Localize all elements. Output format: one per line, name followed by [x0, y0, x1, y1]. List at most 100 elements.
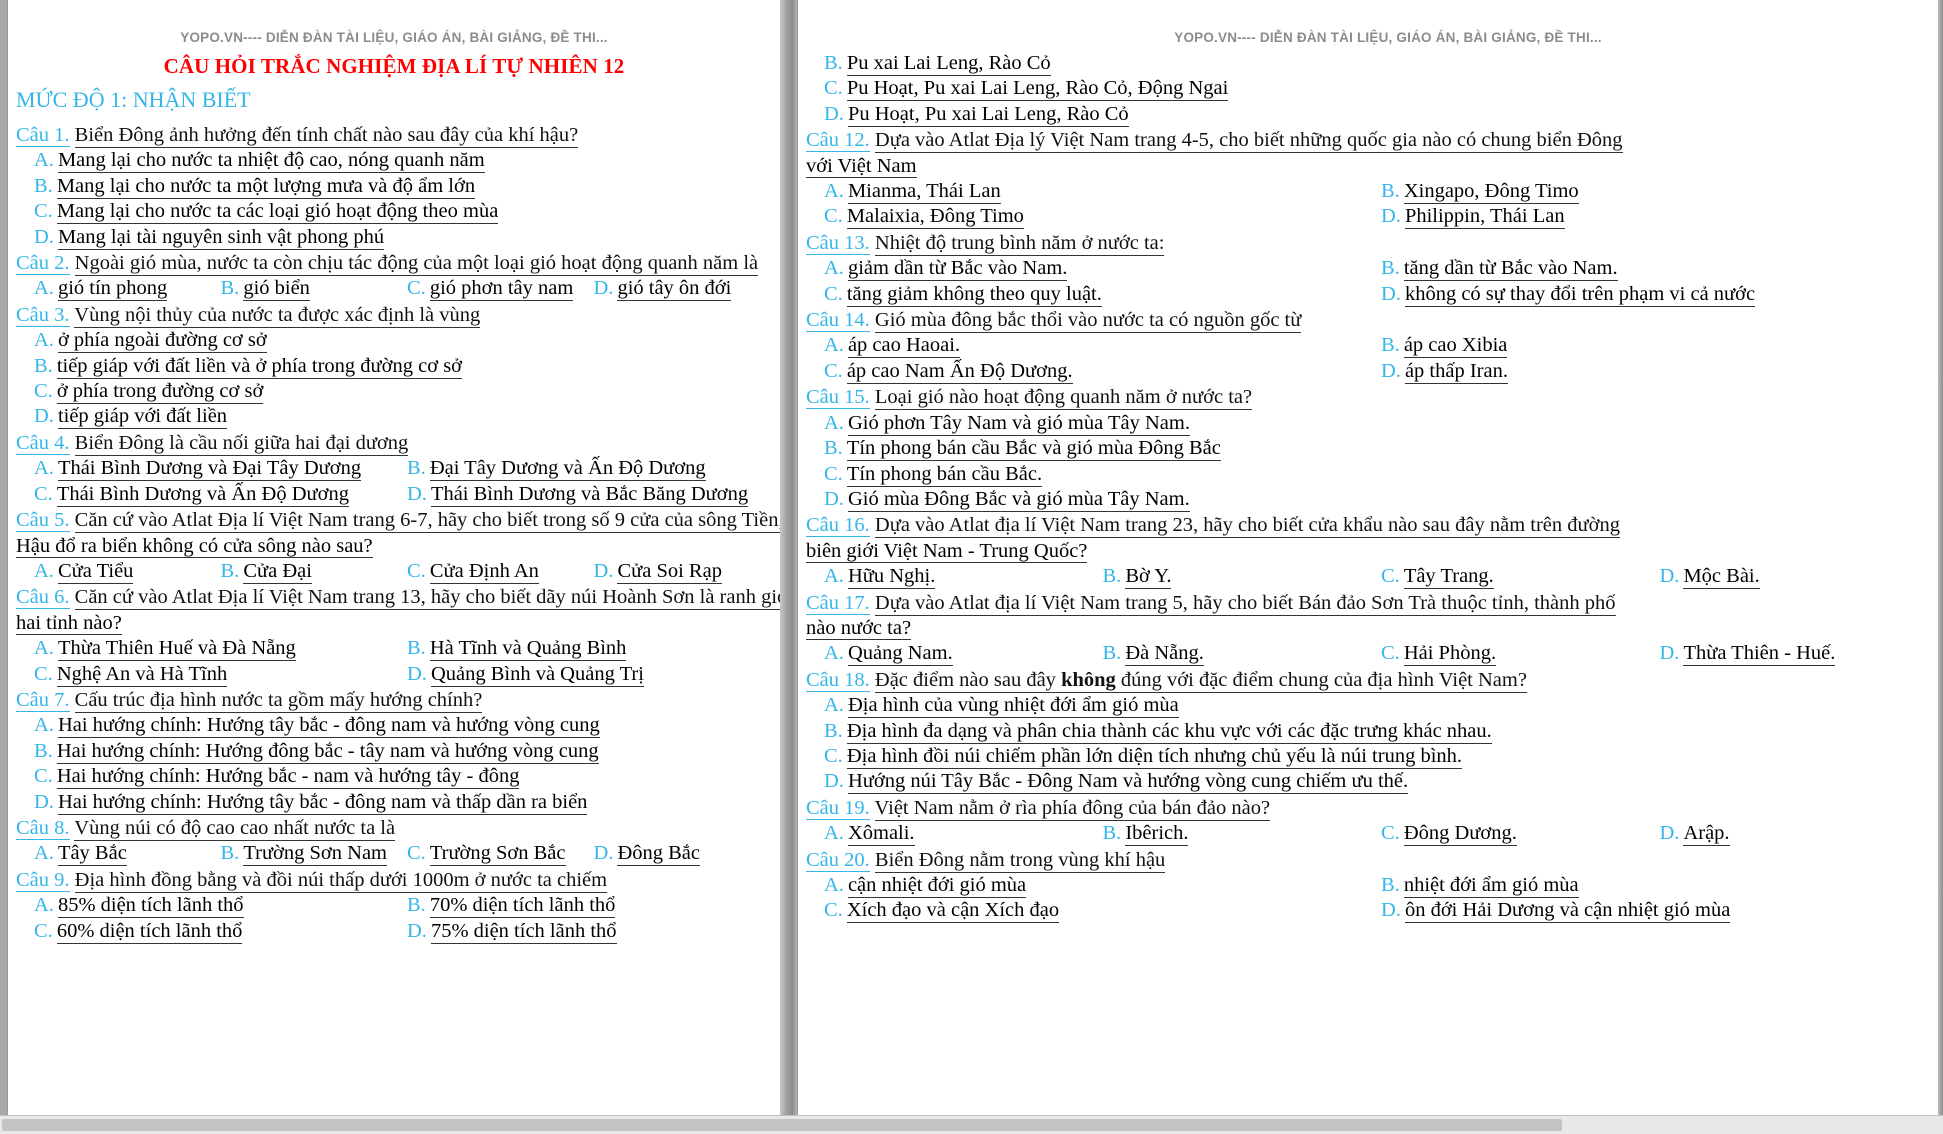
option-a[interactable]: A. Mianma, Thái Lan [824, 179, 1381, 205]
option-b[interactable]: B. Hai hướng chính: Hướng đông bắc - tây … [34, 739, 599, 764]
option-c[interactable]: C. Mang lại cho nước ta các loại gió hoạt… [34, 199, 499, 225]
option-d[interactable]: D. Hướng núi Tây Bắc - Đông Nam và hướng … [824, 769, 1409, 795]
option-label: C. [407, 842, 426, 865]
option-d[interactable]: D. Mang lại tài nguyên sinh vật phong phú [34, 225, 385, 250]
option-c[interactable]: C. Hai hướng chính: Hướng bắc - nam và hư… [34, 764, 520, 790]
option-d[interactable]: D. Thừa Thiên - Huế. [1660, 641, 1939, 667]
option-b[interactable]: B. Pu xai Lai Leng, Rào Cỏ [824, 51, 1051, 76]
option-a[interactable]: A. áp cao Haoai. [824, 333, 1381, 359]
option-group: A. gió tín phong B. gió biển C. gió phơn tây … [8, 276, 781, 302]
option-c[interactable]: C. Tây Trang. [1381, 564, 1660, 590]
option-a[interactable]: A. Hữu Nghị. [824, 564, 1103, 590]
option-text: Mang lại cho nước ta các loại gió hoạt đ… [56, 200, 499, 225]
horizontal-scrollbar[interactable] [0, 1115, 1943, 1134]
option-d[interactable]: D. Cửa Soi Rạp [594, 559, 781, 584]
option-b[interactable]: B. Đại Tây Dương và Ấn Độ Dương [407, 456, 780, 482]
option-a[interactable]: A. gió tín phong [34, 276, 221, 302]
option-c[interactable]: C. Malaixia, Đông Timo [824, 204, 1381, 230]
option-b[interactable]: B. Ibêrich. [1103, 821, 1382, 847]
option-b[interactable]: B. Mang lại cho nước ta một lượng mưa và … [34, 174, 476, 199]
question-stem: Câu 1. Biển Đông ảnh hưởng đến tính chất… [8, 123, 780, 148]
page-gutter-divider [780, 0, 798, 1116]
option-b[interactable]: B. Bờ Y. [1103, 564, 1382, 590]
option-a[interactable]: A. cận nhiệt đới gió mùa [824, 873, 1381, 898]
option-a[interactable]: A. Mang lại cho nước ta nhiệt độ cao, nón… [34, 148, 485, 174]
option-row: C. Nghệ An và Hà Tĩnh D. Quảng Bình và Quản… [34, 662, 780, 687]
option-text: Nghệ An và Hà Tĩnh [56, 662, 228, 687]
option-c[interactable]: C. Cửa Định An [407, 559, 594, 584]
option-text: Bờ Y. [1125, 565, 1172, 590]
document-page-left: YOPO.VN---- DIỄN ĐÀN TÀI LIỆU, GIÁO ÁN, … [8, 0, 780, 1116]
option-c[interactable]: C. Nghệ An và Hà Tĩnh [34, 662, 407, 687]
option-a[interactable]: A. ở phía ngoài đường cơ sở [34, 328, 267, 354]
option-a[interactable]: A. Địa hình của vùng nhiệt đới ẩm gió mùa [824, 693, 1179, 719]
option-d[interactable]: D. ôn đới Hải Dương và cận nhiệt gió mùa [1381, 898, 1938, 924]
option-a[interactable]: A. Gió phơn Tây Nam và gió mùa Tây Nam. [824, 411, 1190, 436]
option-c[interactable]: C. Trường Sơn Bắc [407, 841, 594, 867]
question-stem: Câu 5. Căn cứ vào Atlat Địa lí Việt Nam … [8, 508, 780, 534]
option-c[interactable]: C. tăng giảm không theo quy luật. [824, 282, 1381, 307]
option-b[interactable]: B. Đà Nẵng. [1102, 641, 1382, 667]
option-a[interactable]: A. giảm dần từ Bắc vào Nam. [824, 256, 1381, 282]
option-a[interactable]: A. Quảng Nam. [824, 641, 1103, 667]
option-c[interactable]: C. ở phía trong đường cơ sở [34, 379, 264, 405]
option-b[interactable]: B. Hà Tĩnh và Quảng Bình [407, 636, 780, 662]
option-d[interactable]: D. Gió mùa Đông Bắc và gió mùa Tây Nam. [824, 487, 1190, 512]
scrollbar-thumb[interactable] [2, 1119, 1562, 1131]
option-b[interactable]: B. tiếp giáp với đất liền và ở phía trong… [34, 354, 463, 379]
option-label: B. [824, 437, 843, 460]
option-d[interactable]: D. áp thấp Iran. [1381, 359, 1938, 384]
option-b[interactable]: B. tăng dần từ Bắc vào Nam. [1381, 256, 1938, 282]
option-text: Quảng Bình và Quảng Trị [430, 662, 644, 687]
option-c[interactable]: C. áp cao Nam Ấn Độ Dương. [824, 359, 1381, 384]
option-d[interactable]: D. không có sự thay đổi trên phạm vi cả n… [1381, 282, 1938, 307]
option-d[interactable]: D. Mộc Bài. [1660, 564, 1939, 590]
option-text: Thái Bình Dương và Ấn Độ Dương [56, 482, 349, 507]
option-b[interactable]: B. Tín phong bán cầu Bắc và gió mùa Đông … [824, 436, 1221, 462]
option-b[interactable]: B. áp cao Xibia [1381, 333, 1938, 359]
option-c[interactable]: C. gió phơn tây nam [407, 276, 594, 302]
option-d[interactable]: D. Thái Bình Dương và Bắc Băng Dương [407, 482, 780, 507]
option-a[interactable]: A. Xômali. [824, 821, 1103, 847]
option-label: C. [34, 765, 53, 788]
option-b[interactable]: B. Trường Sơn Nam [221, 841, 408, 867]
option-c[interactable]: C. Thái Bình Dương và Ấn Độ Dương [34, 482, 407, 507]
option-a[interactable]: A. Thừa Thiên Huế và Đà Nẵng [34, 636, 407, 662]
option-b[interactable]: B. Cửa Đại [221, 559, 408, 584]
option-text: Thái Bình Dương và Đại Tây Dương [57, 457, 362, 482]
option-row: C. áp cao Nam Ấn Độ Dương. D. áp thấp Iran. [824, 359, 1938, 384]
option-d[interactable]: D. Quảng Bình và Quảng Trị [407, 662, 780, 687]
option-c[interactable]: C. Pu Hoạt, Pu xai Lai Leng, Rào Cỏ, Động… [824, 76, 1229, 102]
option-row: C. Pu Hoạt, Pu xai Lai Leng, Rào Cỏ, Động… [824, 76, 1938, 102]
option-c[interactable]: C. Hải Phòng. [1381, 641, 1660, 667]
option-b[interactable]: B. 70% diện tích lãnh thổ [407, 893, 780, 919]
question-text-pre: Đặc điểm nào sau đây [874, 668, 1062, 693]
option-b[interactable]: B. nhiệt đới ẩm gió mùa [1381, 873, 1938, 898]
option-a[interactable]: A. Cửa Tiểu [34, 559, 221, 584]
question-text: Loại gió nào hoạt động quanh năm ở nước … [874, 386, 1253, 411]
option-row: B. Mang lại cho nước ta một lượng mưa và … [34, 174, 780, 199]
option-a[interactable]: A. Hai hướng chính: Hướng tây bắc - đông … [34, 713, 600, 739]
option-d[interactable]: D. gió tây ôn đới [594, 276, 781, 302]
option-d[interactable]: D. Arập. [1660, 821, 1939, 847]
option-d[interactable]: D. tiếp giáp với đất liền [34, 404, 228, 430]
option-d[interactable]: D. Đông Bắc [594, 841, 781, 867]
option-c[interactable]: C. Đông Dương. [1381, 821, 1660, 847]
option-d[interactable]: D. Pu Hoạt, Pu xai Lai Leng, Rào Cỏ [824, 102, 1129, 127]
option-b[interactable]: B. Địa hình đa dạng và phân chia thành cá… [824, 719, 1492, 744]
option-c[interactable]: C. Tín phong bán cầu Bắc. [824, 462, 1043, 487]
option-label: D. [34, 405, 54, 428]
option-c[interactable]: C. Xích đạo và cận Xích đạo [824, 898, 1381, 924]
option-d[interactable]: D. Hai hướng chính: Hướng tây bắc - đông … [34, 790, 588, 815]
option-d[interactable]: D. 75% diện tích lãnh thổ [407, 919, 780, 944]
option-b[interactable]: B. gió biển [221, 276, 408, 302]
option-c[interactable]: C. 60% diện tích lãnh thổ [34, 919, 407, 944]
option-b[interactable]: B. Xingapo, Đông Timo [1381, 179, 1938, 205]
option-a[interactable]: A. Thái Bình Dương và Đại Tây Dương [34, 456, 407, 482]
option-d[interactable]: D. Philippin, Thái Lan [1381, 204, 1938, 230]
option-c[interactable]: C. Địa hình đồi núi chiếm phần lớn diện t… [824, 744, 1463, 769]
option-label: B. [1102, 642, 1122, 665]
option-a[interactable]: A. 85% diện tích lãnh thổ [34, 893, 407, 919]
option-a[interactable]: A. Tây Bắc [34, 841, 221, 867]
question-text-continued: hai tỉnh nào? [8, 611, 780, 636]
